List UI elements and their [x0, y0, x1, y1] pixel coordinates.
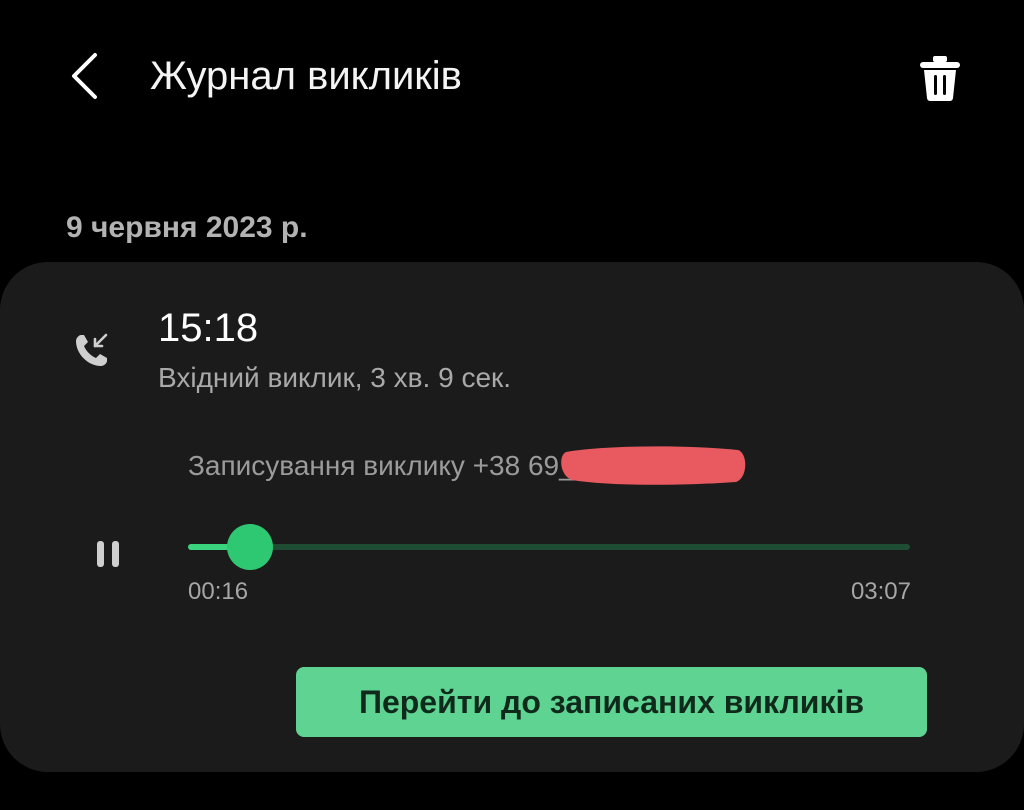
call-detail: Вхідний виклик, 3 хв. 9 сек.	[158, 362, 512, 393]
pause-button[interactable]	[82, 528, 134, 580]
incoming-call-icon	[68, 326, 116, 374]
trash-icon	[920, 56, 960, 101]
delete-button[interactable]	[900, 46, 980, 110]
total-time: 03:07	[850, 578, 911, 605]
pause-icon	[97, 541, 119, 567]
call-entry-card: 15:18 Вхідний виклик, 3 хв. 9 сек. Запис…	[0, 262, 1024, 772]
back-button[interactable]	[56, 44, 112, 108]
date-label: 9 червня 2023 р.	[66, 211, 308, 244]
chevron-left-icon	[72, 53, 97, 99]
header: Журнал викликів	[0, 30, 1024, 122]
seek-bar[interactable]	[188, 524, 910, 570]
recording-file-name: Записування виклику +38 69_230609…	[188, 450, 697, 481]
call-log-screen: Журнал викликів 9 червня 2023 р. 15:18 В…	[0, 0, 1024, 810]
seek-thumb[interactable]	[226, 524, 273, 570]
call-time: 15:18	[158, 306, 259, 350]
go-to-recordings-button[interactable]: Перейти до записаних викликів	[296, 667, 927, 737]
page-title: Журнал викликів	[150, 54, 462, 98]
current-time: 00:16	[188, 578, 249, 605]
